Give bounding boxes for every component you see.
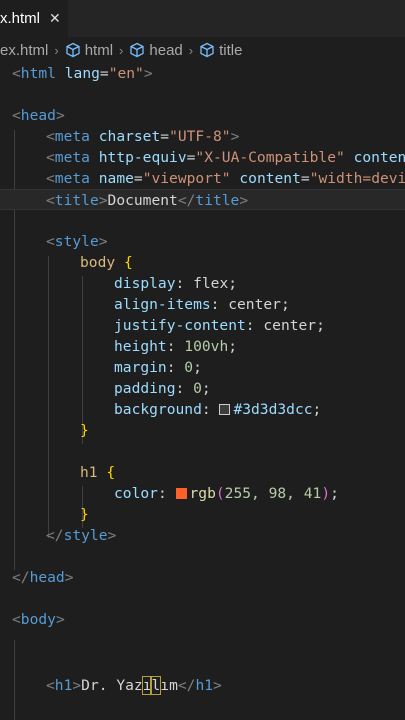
cube-icon [130, 42, 145, 58]
code-line: </style> [46, 527, 117, 544]
chevron-right-icon: › [54, 42, 59, 58]
tab-label: x.html [0, 10, 41, 27]
code-line: <html lang="en"> [12, 65, 153, 82]
code-line: h1 { [80, 464, 116, 481]
code-line: <h1>Dr. Yazılım</h1> [46, 676, 222, 695]
color-swatch[interactable] [175, 488, 187, 499]
code-line: padding: 0; [114, 380, 211, 397]
close-icon[interactable]: ✕ [49, 11, 61, 27]
cube-icon [66, 42, 80, 58]
code-line: <head> [12, 107, 65, 124]
code-line: color: rgb(255, 98, 41); [114, 485, 339, 502]
tab-index-html[interactable]: x.html ✕ [0, 0, 68, 38]
code-line: </head> [12, 569, 74, 586]
breadcrumb-file[interactable]: ex.html [0, 42, 48, 59]
cube-icon [200, 42, 214, 58]
breadcrumb-item-title[interactable]: title [199, 42, 242, 59]
chevron-right-icon: › [188, 42, 194, 58]
code-line: <meta name="viewport" content="width=dev… [46, 170, 405, 187]
cursor-highlight: l [150, 676, 162, 695]
code-line: height: 100vh; [114, 338, 238, 355]
code-editor[interactable]: <html lang="en"> <head> <meta charset="U… [0, 63, 405, 720]
code-line: margin: 0; [114, 359, 202, 376]
breadcrumb-item-head[interactable]: head [129, 42, 183, 59]
code-line: <body> [12, 611, 65, 628]
code-line: <style> [46, 233, 108, 250]
chevron-right-icon: › [119, 42, 124, 58]
code-line-active: <title>Document</title> [0, 189, 405, 210]
code-line: align-items: center; [114, 296, 290, 313]
color-swatch[interactable] [219, 404, 231, 415]
code-line: body { [80, 254, 133, 271]
code-line: } [80, 506, 89, 523]
code-line: justify-content: center; [114, 317, 325, 334]
breadcrumb: ex.html › html › head › title [0, 37, 405, 63]
code-line: <meta charset="UTF-8"> [46, 128, 240, 145]
code-line: <meta http-equiv="X-UA-Compatible" conte… [46, 149, 405, 166]
code-line: background: #3d3d3dcc; [114, 401, 322, 418]
code-line: display: flex; [114, 275, 238, 292]
breadcrumb-item-html[interactable]: html [65, 42, 113, 59]
tab-bar: x.html ✕ [0, 0, 405, 38]
code-line: } [80, 422, 89, 439]
